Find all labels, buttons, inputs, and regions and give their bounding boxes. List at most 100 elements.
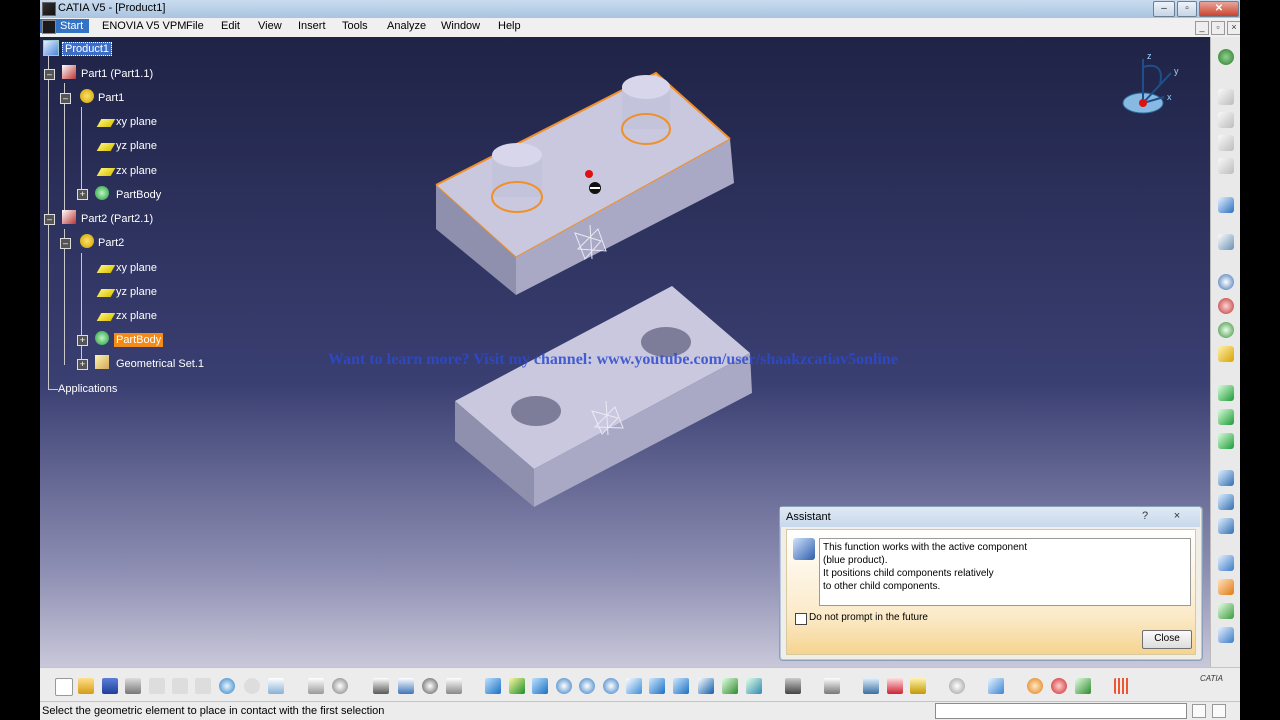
comment-icon[interactable]	[332, 678, 348, 694]
workbench-icon[interactable]	[1051, 678, 1067, 694]
doc-restore-button[interactable]: ▫	[1211, 21, 1225, 35]
grey-tool-icon[interactable]	[1218, 112, 1234, 128]
zoom-out-icon[interactable]	[603, 678, 619, 694]
whats-this-icon[interactable]	[268, 678, 284, 694]
measure-icon[interactable]	[422, 678, 438, 694]
bill-of-material-icon[interactable]	[446, 678, 462, 694]
manipulate-icon[interactable]	[1218, 234, 1234, 250]
clash-icon[interactable]	[887, 678, 903, 694]
menu-bar: Start ENOVIA V5 VPM File Edit View Inser…	[40, 18, 1240, 38]
constraint-icon[interactable]	[1218, 346, 1234, 362]
status-button[interactable]	[1212, 704, 1226, 718]
command-input[interactable]	[935, 703, 1187, 719]
grid-icon[interactable]	[1114, 678, 1130, 694]
menu-enovia[interactable]: ENOVIA V5 VPM	[99, 20, 189, 32]
menu-window[interactable]: Window	[438, 20, 483, 32]
do-not-prompt-label: Do not prompt in the future	[809, 612, 928, 623]
selection-point-marker	[585, 170, 593, 178]
workbench-icon[interactable]	[1027, 678, 1043, 694]
shading-icon[interactable]	[698, 678, 714, 694]
update-icon[interactable]	[824, 678, 840, 694]
explode-icon[interactable]	[1218, 603, 1234, 619]
constraint-toolbar-icon[interactable]	[863, 678, 879, 694]
iso-view-icon[interactable]	[673, 678, 689, 694]
reorder-icon[interactable]	[949, 678, 965, 694]
assistant-close-button[interactable]: Close	[1142, 630, 1192, 649]
assistant-close-x-button[interactable]: ×	[1168, 509, 1186, 523]
copy-icon[interactable]	[172, 678, 188, 694]
grey-tool-icon[interactable]	[1218, 135, 1234, 151]
hide-show-icon[interactable]	[722, 678, 738, 694]
assistant-message-line: to other child components.	[823, 581, 941, 592]
maximize-button[interactable]: ▫	[1177, 1, 1197, 17]
screen-border-left	[0, 0, 40, 720]
menu-view[interactable]: View	[255, 20, 285, 32]
close-window-button[interactable]: ✕	[1199, 1, 1239, 17]
grey-tool-icon[interactable]	[1218, 89, 1234, 105]
normal-view-icon[interactable]	[626, 678, 642, 694]
doc-close-button[interactable]: ×	[1227, 21, 1240, 35]
bottom-toolbar: CATIA	[40, 667, 1240, 702]
menu-start[interactable]: Start	[40, 19, 90, 34]
capture-icon[interactable]	[785, 678, 801, 694]
tree-expand-icon[interactable]	[398, 678, 414, 694]
new-product-icon[interactable]	[1218, 409, 1234, 425]
swap-visible-space-icon[interactable]	[746, 678, 762, 694]
compass-x-label: x	[1167, 92, 1172, 102]
do-not-prompt-checkbox[interactable]	[795, 613, 807, 625]
assistant-message-line: This function works with the active comp…	[823, 542, 1027, 553]
select-arrow-icon[interactable]	[1218, 197, 1234, 213]
open-folder-icon[interactable]	[78, 678, 94, 694]
status-button[interactable]	[1192, 704, 1206, 718]
assistant-title-bar[interactable]: Assistant ? ×	[780, 507, 1200, 527]
stop-manipulate-icon[interactable]	[1218, 627, 1234, 643]
lower-part-block[interactable]	[455, 286, 752, 507]
constraint-icon[interactable]	[1218, 274, 1234, 290]
doc-minimize-button[interactable]: _	[1195, 21, 1209, 35]
paste-icon[interactable]	[195, 678, 211, 694]
catia-logo: CATIA	[1200, 674, 1223, 683]
menu-file[interactable]: File	[183, 20, 207, 32]
workbench-icon[interactable]	[1075, 678, 1091, 694]
sectioning-icon[interactable]	[910, 678, 926, 694]
menu-help[interactable]: Help	[495, 20, 524, 32]
redo-icon[interactable]	[244, 678, 260, 694]
new-component-icon[interactable]	[1218, 385, 1234, 401]
snap-icon[interactable]	[1218, 555, 1234, 571]
upper-part-block[interactable]	[435, 71, 734, 295]
constraint-icon[interactable]	[1218, 298, 1234, 314]
multi-view-icon[interactable]	[649, 678, 665, 694]
graph-tree-icon[interactable]	[1218, 518, 1234, 534]
assistant-help-button[interactable]: ?	[1136, 509, 1154, 523]
new-file-icon[interactable]	[55, 678, 73, 696]
minimize-button[interactable]: –	[1153, 1, 1175, 17]
fly-mode-icon[interactable]	[485, 678, 501, 694]
menu-edit[interactable]: Edit	[218, 20, 243, 32]
smart-move-icon[interactable]	[1218, 579, 1234, 595]
surface-icon[interactable]	[988, 678, 1004, 694]
existing-component-icon[interactable]	[1218, 470, 1234, 486]
menu-insert[interactable]: Insert	[295, 20, 329, 32]
catalog-icon[interactable]	[373, 678, 389, 694]
formula-icon[interactable]	[308, 678, 324, 694]
menu-tools[interactable]: Tools	[339, 20, 371, 32]
window-title: CATIA V5 - [Product1]	[58, 2, 166, 14]
rotate-icon[interactable]	[556, 678, 572, 694]
pan-icon[interactable]	[532, 678, 548, 694]
menu-analyze[interactable]: Analyze	[384, 20, 429, 32]
constraint-icon[interactable]	[1218, 322, 1234, 338]
undo-icon[interactable]	[219, 678, 235, 694]
assembly-gear-icon[interactable]	[1218, 49, 1234, 65]
print-icon[interactable]	[125, 678, 141, 694]
fit-all-icon[interactable]	[509, 678, 525, 694]
new-part-icon[interactable]	[1218, 433, 1234, 449]
grey-tool-icon[interactable]	[1218, 158, 1234, 174]
save-icon[interactable]	[102, 678, 118, 694]
assistant-message-box: This function works with the active comp…	[819, 538, 1191, 606]
replace-component-icon[interactable]	[1218, 494, 1234, 510]
status-message: Select the geometric element to place in…	[42, 705, 385, 717]
compass-widget[interactable]: z y x	[1122, 51, 1179, 114]
compass-y-label: y	[1174, 66, 1179, 76]
cut-icon[interactable]	[149, 678, 165, 694]
zoom-in-icon[interactable]	[579, 678, 595, 694]
